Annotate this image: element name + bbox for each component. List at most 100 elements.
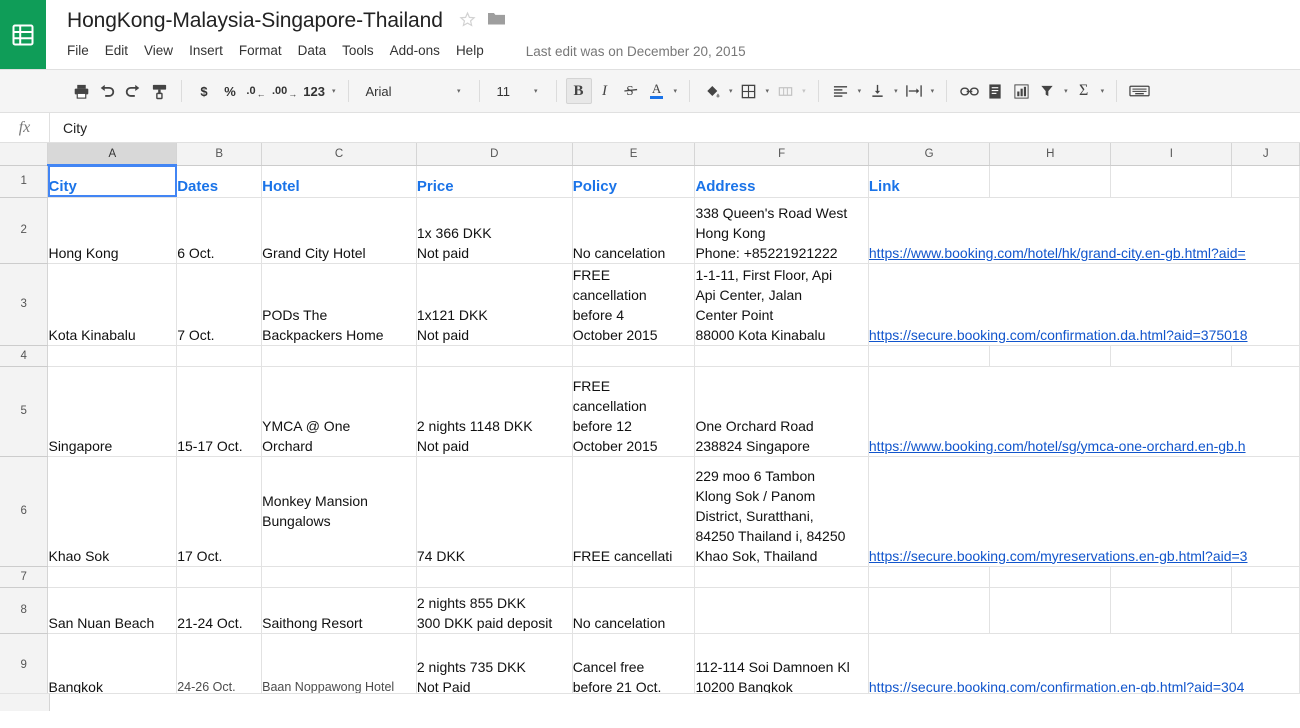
cell-f2[interactable]: 338 Queen's Road West Hong Kong Phone: +… (695, 203, 867, 263)
menu-item-format[interactable]: Format (231, 40, 290, 62)
cell-d8[interactable]: 2 nights 855 DKK 300 DKK paid deposit (417, 593, 571, 633)
cell-d6[interactable]: 74 DKK (416, 456, 573, 567)
cell-c8[interactable]: Saithong Resort (261, 587, 417, 634)
fill-color-icon[interactable] (699, 78, 725, 104)
merge-cells-icon[interactable] (772, 78, 798, 104)
font-size-select[interactable]: 11 ▾ (489, 78, 547, 104)
cell-c4[interactable] (261, 345, 417, 367)
cell-j4[interactable] (1231, 345, 1300, 367)
cell-i7[interactable] (1110, 566, 1233, 588)
cell-c6[interactable]: Monkey Mansion Bungalows (262, 491, 415, 531)
cell-e5[interactable]: FREE cancellation before 12 October 2015 (573, 376, 694, 456)
cell-f1[interactable]: Address (694, 165, 869, 198)
row-header-6[interactable]: 6 (0, 456, 49, 567)
cell-b4[interactable] (176, 345, 263, 367)
cell-d3[interactable]: 1x121 DKK Not paid (417, 305, 571, 345)
cell-f6[interactable]: 229 moo 6 Tambon Klong Sok / Panom Distr… (695, 466, 867, 566)
cell-g6[interactable]: https://secure.booking.com/myreservation… (869, 548, 1248, 564)
cell-f7[interactable] (694, 566, 869, 588)
menu-item-data[interactable]: Data (290, 40, 335, 62)
column-header-f[interactable]: F (694, 143, 869, 166)
sheets-logo-tile[interactable] (0, 0, 46, 69)
borders-icon[interactable] (736, 78, 762, 104)
menu-item-file[interactable]: File (67, 40, 97, 62)
text-color-chevron-down-icon[interactable]: ▾ (671, 87, 681, 95)
insert-link-icon[interactable] (956, 78, 982, 104)
cell-a2[interactable]: Hong Kong (47, 197, 178, 264)
cell-i1[interactable] (1110, 165, 1233, 198)
decrease-decimal-button[interactable]: .0 ← (243, 78, 269, 104)
row-header-4[interactable]: 4 (0, 345, 49, 367)
column-header-g[interactable]: G (868, 143, 991, 166)
cell-d5[interactable]: 2 nights 1148 DKK Not paid (417, 416, 571, 456)
cell-c5[interactable]: YMCA @ One Orchard (262, 416, 415, 456)
star-icon[interactable] (459, 11, 476, 31)
cell-g2[interactable]: https://www.booking.com/hotel/hk/grand-c… (869, 245, 1246, 261)
cell-c1[interactable]: Hotel (261, 165, 417, 198)
filter-icon[interactable] (1034, 78, 1060, 104)
cell-e6[interactable]: FREE cancellati (572, 456, 696, 567)
column-header-e[interactable]: E (572, 143, 696, 166)
cell-e1[interactable]: Policy (572, 165, 696, 198)
cell-d1[interactable]: Price (416, 165, 573, 198)
cell-e2[interactable]: No cancelation (572, 197, 696, 264)
cell-e9[interactable]: Cancel free before 21 Oct. (573, 657, 694, 697)
cell-a8[interactable]: San Nuan Beach (47, 587, 178, 634)
cell-a4[interactable] (47, 345, 178, 367)
column-header-h[interactable]: H (989, 143, 1112, 166)
functions-icon[interactable]: Σ (1071, 78, 1097, 104)
column-header-c[interactable]: C (261, 143, 417, 166)
cell-e8[interactable]: No cancelation (572, 587, 696, 634)
cell-i8[interactable] (1110, 587, 1233, 634)
menu-item-insert[interactable]: Insert (181, 40, 231, 62)
row-header-2[interactable]: 2 (0, 197, 49, 264)
paint-format-icon[interactable] (146, 78, 172, 104)
cell-d4[interactable] (416, 345, 573, 367)
column-header-b[interactable]: B (176, 143, 263, 166)
redo-icon[interactable] (120, 78, 146, 104)
cell-f4[interactable] (694, 345, 869, 367)
cell-a5[interactable]: Singapore (47, 366, 178, 457)
cell-a9[interactable]: Bangkok (47, 633, 178, 698)
cell-b3[interactable]: 7 Oct. (176, 263, 263, 346)
row-header-1[interactable]: 1 (0, 165, 49, 198)
cell-j1[interactable] (1231, 165, 1300, 198)
column-header-d[interactable]: D (416, 143, 573, 166)
cell-g3[interactable]: https://secure.booking.com/confirmation.… (869, 327, 1248, 343)
text-color-button[interactable]: A (644, 78, 670, 104)
cell-a7[interactable] (47, 566, 178, 588)
cell-g5[interactable]: https://www.booking.com/hotel/sg/ymca-on… (869, 438, 1246, 454)
row-header-7[interactable]: 7 (0, 566, 49, 588)
cell-d9[interactable]: 2 nights 735 DKK Not Paid (417, 657, 571, 697)
font-family-select[interactable]: Arial ▾ (358, 78, 470, 104)
print-icon[interactable] (68, 78, 94, 104)
cell-b2[interactable]: 6 Oct. (176, 197, 263, 264)
insert-comment-icon[interactable] (982, 78, 1008, 104)
filter-chevron-down-icon[interactable]: ▾ (1061, 87, 1071, 95)
menu-item-edit[interactable]: Edit (97, 40, 136, 62)
cell-a6[interactable]: Khao Sok (47, 456, 178, 567)
cell-f8[interactable] (694, 587, 869, 634)
folder-icon[interactable] (487, 10, 506, 32)
wrap-text-icon[interactable] (901, 78, 927, 104)
cell-e7[interactable] (572, 566, 696, 588)
cell-h7[interactable] (989, 566, 1112, 588)
cell-b1[interactable]: Dates (176, 165, 263, 198)
more-formats-button[interactable]: 123 (300, 78, 328, 104)
cell-b7[interactable] (176, 566, 263, 588)
row-header-9[interactable]: 9 (0, 633, 49, 698)
italic-button[interactable]: I (592, 78, 618, 104)
cell-h4[interactable] (989, 345, 1112, 367)
insert-chart-icon[interactable] (1008, 78, 1034, 104)
column-header-j[interactable]: J (1231, 143, 1300, 166)
cell-b5[interactable]: 15-17 Oct. (176, 366, 263, 457)
cell-b6[interactable]: 17 Oct. (176, 456, 263, 567)
cell-g8[interactable] (868, 587, 991, 634)
cell-c3[interactable]: PODs The Backpackers Home (262, 305, 415, 345)
column-header-a[interactable]: A (47, 143, 178, 166)
cell-i4[interactable] (1110, 345, 1233, 367)
wrap-text-chevron-down-icon[interactable]: ▾ (928, 87, 938, 95)
cell-e3[interactable]: FREE cancellation before 4 October 2015 (573, 265, 694, 345)
column-header-i[interactable]: I (1110, 143, 1233, 166)
increase-decimal-button[interactable]: .00 → (269, 78, 300, 104)
